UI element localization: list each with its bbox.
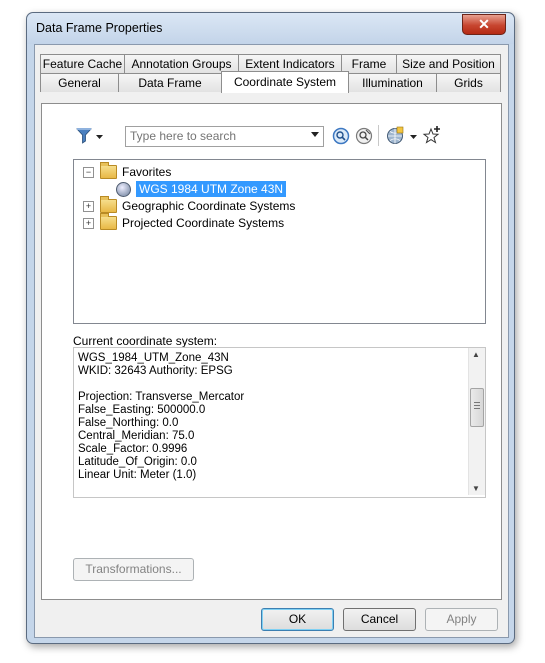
detail-line: WKID: 32643 Authority: EPSG [78, 365, 233, 377]
scroll-down-arrow-icon[interactable]: ▼ [472, 484, 480, 493]
details-scrollbar[interactable]: ▲ ▼ [468, 348, 485, 495]
expand-icon[interactable]: + [83, 217, 94, 229]
tab-size-and-position[interactable]: Size and Position [396, 54, 501, 73]
tree-label-projected: Projected Coordinate Systems [122, 216, 285, 230]
detail-line: Scale_Factor: 0.9996 [78, 443, 188, 455]
transformations-button[interactable]: Transformations... [73, 558, 194, 581]
scroll-up-arrow-icon[interactable]: ▲ [472, 350, 480, 359]
collapse-icon[interactable]: − [83, 166, 94, 178]
detail-line: False_Northing: 0.0 [78, 417, 179, 429]
dialog-window: Data Frame Properties ✕ Feature Cache An… [26, 12, 515, 644]
title-bar[interactable]: Data Frame Properties ✕ [27, 13, 514, 44]
tree-node-projected[interactable]: + Projected Coordinate Systems [83, 213, 285, 231]
search-input[interactable] [126, 127, 305, 144]
tree-label-wgs84-utm43n: WGS 1984 UTM Zone 43N [136, 181, 287, 197]
cancel-button[interactable]: Cancel [343, 608, 416, 631]
tab-illumination[interactable]: Illumination [348, 73, 437, 92]
coordinate-system-tree[interactable]: − Favorites WGS 1984 UTM Zone 43N + Geog… [73, 159, 486, 324]
favorites-folder-icon [100, 162, 117, 179]
magnifier-icon[interactable] [332, 127, 350, 148]
tab-coordinate-system[interactable]: Coordinate System [221, 71, 349, 93]
tree-node-geographic[interactable]: + Geographic Coordinate Systems [83, 196, 296, 214]
tree-node-favorites[interactable]: − Favorites [83, 162, 172, 180]
detail-line: False_Easting: 500000.0 [78, 404, 206, 416]
detail-line: Central_Meridian: 75.0 [78, 430, 195, 442]
search-dropdown-arrow-icon[interactable] [311, 132, 319, 137]
tab-row-bottom: General Data Frame Coordinate System Ill… [40, 71, 501, 93]
clear-search-icon[interactable] [355, 127, 373, 148]
globe-add-icon[interactable] [386, 126, 420, 149]
apply-button[interactable]: Apply [425, 608, 498, 631]
globe-icon [116, 181, 131, 197]
coordinate-system-panel: − Favorites WGS 1984 UTM Zone 43N + Geog… [41, 103, 502, 600]
tree-label-geographic: Geographic Coordinate Systems [122, 199, 296, 213]
folder-icon [100, 196, 117, 213]
tab-grids[interactable]: Grids [436, 73, 501, 92]
dialog-client-area: Feature Cache Annotation Groups Extent I… [34, 44, 509, 638]
tab-frame[interactable]: Frame [341, 54, 397, 73]
filter-icon[interactable] [76, 127, 104, 148]
detail-line: Projection: Transverse_Mercator [78, 391, 245, 403]
folder-icon [100, 213, 117, 230]
toolbar-separator [378, 125, 379, 146]
star-add-icon[interactable] [422, 125, 442, 148]
tree-label-favorites: Favorites [122, 165, 172, 179]
close-button[interactable]: ✕ [462, 14, 506, 35]
detail-line: Linear Unit: Meter (1.0) [78, 469, 197, 481]
window-title: Data Frame Properties [36, 21, 163, 35]
tab-general[interactable]: General [40, 73, 119, 92]
tree-node-wgs84-utm43n[interactable]: WGS 1984 UTM Zone 43N [116, 181, 287, 197]
detail-line: WGS_1984_UTM_Zone_43N [78, 352, 229, 364]
expand-icon[interactable]: + [83, 200, 94, 212]
current-coordinate-system-details[interactable]: WGS_1984_UTM_Zone_43N WKID: 32643 Author… [73, 347, 486, 498]
scrollbar-thumb[interactable] [470, 388, 484, 427]
search-box[interactable] [125, 126, 324, 147]
tab-data-frame[interactable]: Data Frame [118, 73, 222, 92]
tab-feature-cache[interactable]: Feature Cache [40, 54, 125, 73]
ok-button[interactable]: OK [261, 608, 334, 631]
detail-line: Latitude_Of_Origin: 0.0 [78, 456, 197, 468]
current-coordinate-system-label: Current coordinate system: [73, 334, 218, 348]
